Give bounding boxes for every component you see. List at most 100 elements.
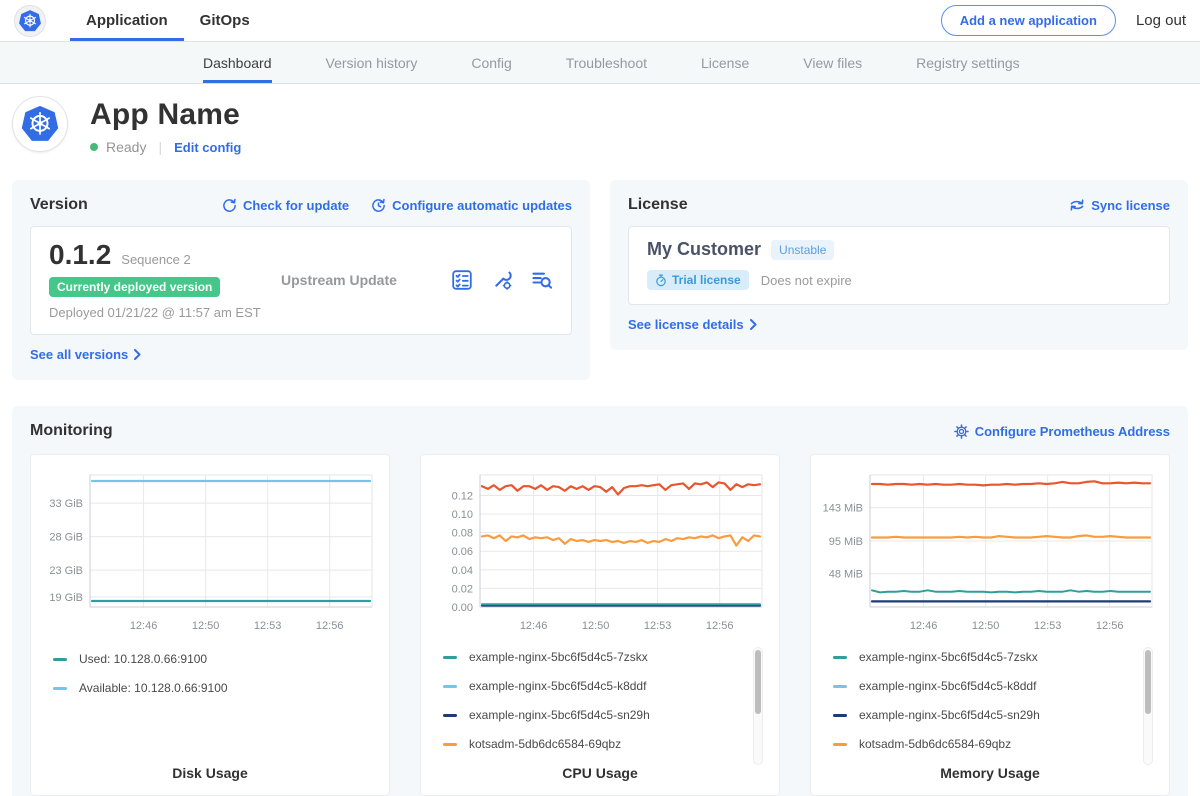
memory-usage-title: Memory Usage bbox=[821, 765, 1159, 781]
top-nav-tabs: ApplicationGitOps bbox=[70, 0, 266, 41]
disk-usage-legend: Used: 10.128.0.66:9100 Available: 10.128.… bbox=[53, 651, 379, 765]
legend-item[interactable]: example-nginx-5bc6f5d4c5-k8ddf bbox=[833, 678, 1159, 694]
stopwatch-icon bbox=[655, 274, 667, 287]
sub-nav-tab-troubleshoot[interactable]: Troubleshoot bbox=[566, 42, 647, 83]
x-tick-label: 12:56 bbox=[706, 620, 734, 632]
memory-usage-plot: 48 MiB95 MiB143 MiB12:4612:5012:5312:56 bbox=[822, 467, 1158, 633]
sub-nav-tab-dashboard[interactable]: Dashboard bbox=[203, 42, 272, 83]
sub-nav-tab-version-history[interactable]: Version history bbox=[326, 42, 418, 83]
license-summary-row: My Customer Unstable Trial license Does … bbox=[628, 226, 1170, 305]
y-tick-label: 28 GiB bbox=[49, 532, 83, 544]
x-tick-label: 12:56 bbox=[1096, 620, 1124, 632]
legend-scrollbar[interactable] bbox=[1143, 647, 1153, 765]
legend-color-dash-icon bbox=[833, 685, 847, 688]
memory-usage-legend: example-nginx-5bc6f5d4c5-7zskx example-ng… bbox=[833, 649, 1159, 765]
preflight-checks-icon[interactable] bbox=[451, 269, 473, 291]
x-tick-label: 12:50 bbox=[972, 620, 1000, 632]
channel-badge: Unstable bbox=[771, 240, 834, 260]
disk-usage-plot: 19 GiB23 GiB28 GiB33 GiB12:4612:5012:531… bbox=[42, 467, 378, 635]
sub-nav-tab-config[interactable]: Config bbox=[471, 42, 511, 83]
legend-item[interactable]: example-nginx-5bc6f5d4c5-7zskx bbox=[833, 649, 1159, 665]
x-tick-label: 12:56 bbox=[316, 620, 344, 632]
sub-nav-tab-view-files[interactable]: View files bbox=[803, 42, 862, 83]
configure-prometheus-link[interactable]: Configure Prometheus Address bbox=[954, 424, 1170, 439]
x-tick-label: 12:46 bbox=[130, 620, 158, 632]
legend-item[interactable]: kotsadm-5db6dc6584-69qbz bbox=[443, 736, 769, 752]
legend-item[interactable]: example-nginx-5bc6f5d4c5-sn29h bbox=[833, 707, 1159, 723]
legend-item[interactable]: example-nginx-5bc6f5d4c5-k8ddf bbox=[443, 678, 769, 694]
legend-scrollbar-thumb[interactable] bbox=[1145, 650, 1151, 714]
version-source-label: Upstream Update bbox=[281, 272, 451, 288]
y-tick-label: 0.08 bbox=[452, 528, 473, 540]
cpu-usage-series-line bbox=[482, 535, 760, 545]
top-nav-tab-gitops[interactable]: GitOps bbox=[184, 0, 266, 41]
sync-icon bbox=[1069, 198, 1085, 212]
chevron-right-icon bbox=[750, 319, 757, 330]
legend-label: Used: 10.128.0.66:9100 bbox=[79, 652, 207, 666]
legend-label: example-nginx-5bc6f5d4c5-k8ddf bbox=[859, 679, 1036, 693]
legend-label: Available: 10.128.0.66:9100 bbox=[79, 681, 228, 695]
y-tick-label: 33 GiB bbox=[49, 498, 83, 510]
app-header: App Name Ready | Edit config bbox=[0, 84, 1200, 170]
version-sequence: Sequence 2 bbox=[121, 252, 190, 267]
see-all-versions-link[interactable]: See all versions bbox=[30, 347, 141, 362]
x-tick-label: 12:46 bbox=[910, 620, 938, 632]
y-tick-label: 0.12 bbox=[452, 490, 473, 502]
check-for-update-link[interactable]: Check for update bbox=[222, 198, 349, 213]
legend-label: example-nginx-5bc6f5d4c5-7zskx bbox=[469, 650, 648, 664]
x-tick-label: 12:50 bbox=[582, 620, 610, 632]
disk-usage-title: Disk Usage bbox=[41, 765, 379, 781]
x-tick-label: 12:53 bbox=[254, 620, 282, 632]
view-diff-icon[interactable] bbox=[531, 269, 553, 291]
y-tick-label: 0.00 bbox=[452, 602, 473, 614]
log-out-button[interactable]: Log out bbox=[1136, 12, 1186, 29]
cpu-usage-legend: example-nginx-5bc6f5d4c5-7zskx example-ng… bbox=[443, 649, 769, 765]
legend-item[interactable]: example-nginx-5bc6f5d4c5-7zskx bbox=[443, 649, 769, 665]
top-nav-tab-application[interactable]: Application bbox=[70, 0, 184, 41]
sub-nav-tab-registry-settings[interactable]: Registry settings bbox=[916, 42, 1019, 83]
sub-nav-tab-license[interactable]: License bbox=[701, 42, 749, 83]
gear-icon bbox=[954, 424, 969, 439]
add-new-application-button[interactable]: Add a new application bbox=[941, 5, 1116, 36]
legend-item[interactable]: Used: 10.128.0.66:9100 bbox=[53, 651, 379, 667]
y-tick-label: 23 GiB bbox=[49, 565, 83, 577]
ready-status-dot-icon bbox=[90, 143, 98, 151]
app-kubernetes-icon bbox=[12, 96, 68, 152]
legend-color-dash-icon bbox=[443, 743, 457, 746]
y-tick-label: 19 GiB bbox=[49, 592, 83, 604]
sync-license-link[interactable]: Sync license bbox=[1069, 198, 1170, 213]
version-card: Version Check for update Configure autom… bbox=[12, 180, 590, 380]
kubernetes-logo-icon bbox=[14, 5, 46, 37]
configure-automatic-updates-link[interactable]: Configure automatic updates bbox=[371, 198, 572, 213]
y-tick-label: 143 MiB bbox=[823, 503, 863, 515]
legend-item[interactable]: example-nginx-5bc6f5d4c5-sn29h bbox=[443, 707, 769, 723]
legend-color-dash-icon bbox=[833, 656, 847, 659]
edit-config-link[interactable]: Edit config bbox=[174, 140, 241, 155]
chevron-right-icon bbox=[134, 349, 141, 360]
cpu-usage-series-line bbox=[482, 482, 760, 494]
page-title: App Name bbox=[90, 98, 241, 132]
disk-usage-chart-card: 19 GiB23 GiB28 GiB33 GiB12:4612:5012:531… bbox=[30, 454, 390, 796]
currently-deployed-badge: Currently deployed version bbox=[49, 277, 220, 297]
top-nav: ApplicationGitOps Add a new application … bbox=[0, 0, 1200, 42]
legend-scrollbar[interactable] bbox=[753, 647, 763, 765]
current-version-row: 0.1.2 Sequence 2 Currently deployed vers… bbox=[30, 226, 572, 335]
legend-color-dash-icon bbox=[443, 685, 457, 688]
refresh-icon bbox=[222, 198, 237, 213]
divider: | bbox=[158, 139, 162, 155]
memory-usage-chart-card: 48 MiB95 MiB143 MiB12:4612:5012:5312:56e… bbox=[810, 454, 1170, 796]
y-tick-label: 0.04 bbox=[452, 565, 473, 577]
legend-scrollbar-thumb[interactable] bbox=[755, 650, 761, 714]
legend-label: kotsadm-5db6dc6584-69qbz bbox=[469, 737, 621, 751]
see-license-details-link[interactable]: See license details bbox=[628, 317, 757, 332]
legend-label: example-nginx-5bc6f5d4c5-7zskx bbox=[859, 650, 1038, 664]
legend-item[interactable]: Available: 10.128.0.66:9100 bbox=[53, 680, 379, 696]
config-wrench-icon[interactable] bbox=[491, 269, 513, 291]
sub-nav-tabs: Dashboard Version history Config Troublesho… bbox=[176, 42, 1047, 83]
legend-color-dash-icon bbox=[443, 656, 457, 659]
cpu-usage-title: CPU Usage bbox=[431, 765, 769, 781]
legend-label: example-nginx-5bc6f5d4c5-k8ddf bbox=[469, 679, 646, 693]
legend-item[interactable]: kotsadm-5db6dc6584-69qbz bbox=[833, 736, 1159, 752]
brand-logo[interactable] bbox=[14, 0, 46, 41]
y-tick-label: 0.02 bbox=[452, 583, 473, 595]
